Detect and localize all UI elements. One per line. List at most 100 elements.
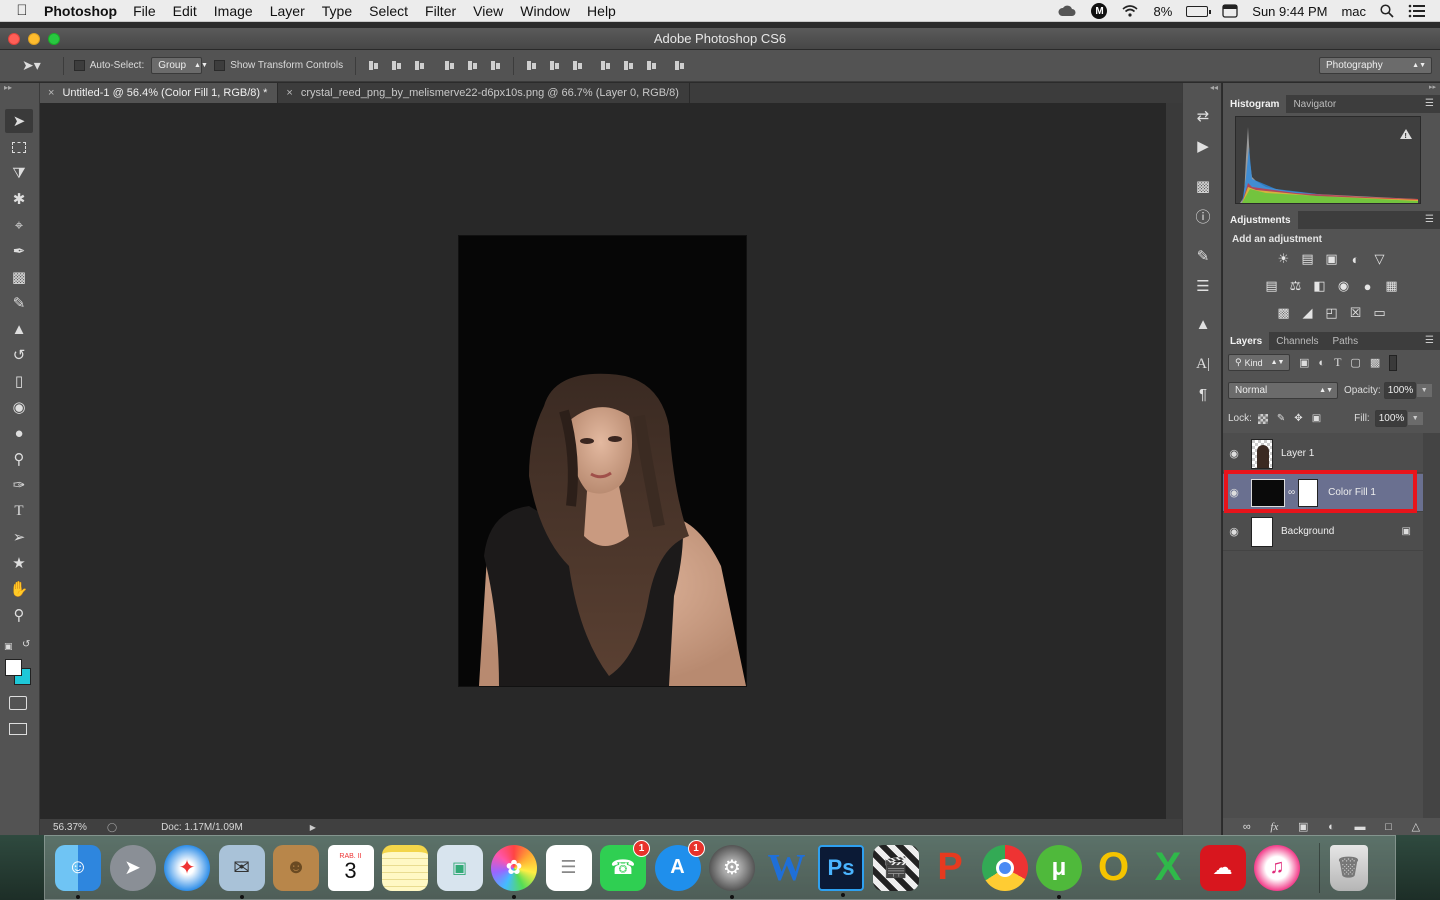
distribute-top-icon[interactable] xyxy=(525,59,538,72)
contacts-icon[interactable]: ☻ xyxy=(273,844,319,891)
layer-comps-icon[interactable]: ▩ xyxy=(1183,171,1223,201)
posterize-icon[interactable]: ◢ xyxy=(1299,304,1317,322)
selective-color-icon[interactable]: ☒ xyxy=(1347,304,1365,322)
align-bottom-icon[interactable] xyxy=(413,59,426,72)
tab-channels[interactable]: Channels xyxy=(1269,332,1325,350)
menu-filter[interactable]: Filter xyxy=(425,3,456,19)
screen-mode-icon[interactable] xyxy=(9,723,27,735)
delete-layer-icon[interactable]: △ xyxy=(1412,820,1420,833)
layer-name[interactable]: Layer 1 xyxy=(1281,448,1314,459)
m-app-icon[interactable]: M xyxy=(1091,3,1108,19)
menu-image[interactable]: Image xyxy=(214,3,253,19)
clock[interactable]: Sun 9:44 PM xyxy=(1252,4,1327,19)
new-layer-icon[interactable]: □ xyxy=(1385,821,1392,833)
move-tool-preset-icon[interactable]: ➤▾ xyxy=(22,57,41,74)
new-adjustment-layer-icon[interactable]: ◐ xyxy=(1328,821,1335,833)
outlook-icon[interactable]: O xyxy=(1091,845,1137,891)
workspace-dropdown[interactable]: Photography ▲▼ xyxy=(1319,57,1432,74)
paragraph-panel-icon[interactable]: ¶ xyxy=(1183,379,1223,409)
distribute-right-icon[interactable] xyxy=(645,59,658,72)
reminders-icon[interactable]: ☰ xyxy=(545,844,592,891)
filter-shape-icon[interactable]: ▢ xyxy=(1350,356,1360,369)
filter-smart-object-icon[interactable]: ▩ xyxy=(1370,356,1380,369)
levels-icon[interactable]: ▤ xyxy=(1299,250,1317,268)
lock-all-icon[interactable]: ▣ xyxy=(1312,413,1321,424)
user-name[interactable]: mac xyxy=(1341,4,1366,19)
default-colors-icon[interactable]: ▣ xyxy=(4,641,13,652)
system-preferences-icon[interactable]: ⚙ xyxy=(709,844,755,899)
layer-row-layer-1[interactable]: ◉ Layer 1 xyxy=(1223,435,1423,473)
apple-icon[interactable]:  xyxy=(0,2,44,19)
magic-wand-tool-icon[interactable]: ✱ xyxy=(5,187,33,211)
opacity-field[interactable]: 100% xyxy=(1383,382,1416,399)
marquee-tool-icon[interactable] xyxy=(5,135,33,159)
invert-icon[interactable]: ▩ xyxy=(1275,304,1293,322)
align-left-icon[interactable] xyxy=(443,59,456,72)
menu-view[interactable]: View xyxy=(473,3,503,19)
vertical-scrollbar[interactable] xyxy=(1166,103,1182,819)
microsoft-excel-icon[interactable]: X xyxy=(1145,845,1191,891)
menu-select[interactable]: Select xyxy=(369,3,408,19)
panel-menu-icon[interactable]: ☰ xyxy=(1425,335,1434,346)
menu-layer[interactable]: Layer xyxy=(270,3,305,19)
quick-mask-icon[interactable] xyxy=(9,696,27,710)
add-mask-icon[interactable]: ▣ xyxy=(1298,820,1308,833)
status-info-icon[interactable]: ◯ xyxy=(107,822,117,833)
document-canvas[interactable] xyxy=(459,236,746,686)
layer-style-fx-icon[interactable]: fx xyxy=(1270,821,1278,833)
notification-center-icon[interactable] xyxy=(1408,4,1426,18)
exposure-icon[interactable]: ◐ xyxy=(1347,250,1365,268)
launchpad-icon[interactable]: ➤ xyxy=(109,844,156,891)
distribute-left-icon[interactable] xyxy=(599,59,612,72)
lock-transparent-icon[interactable] xyxy=(1257,413,1268,424)
align-right-icon[interactable] xyxy=(489,59,502,72)
filter-pixel-icon[interactable]: ▣ xyxy=(1299,356,1309,369)
menu-window[interactable]: Window xyxy=(520,3,570,19)
info-panel-icon[interactable]: ⓘ xyxy=(1183,201,1223,231)
eyedropper-tool-icon[interactable]: ✒ xyxy=(5,239,33,263)
swap-colors-icon[interactable]: ↺ xyxy=(22,639,30,650)
type-tool-icon[interactable]: T xyxy=(5,499,33,523)
menu-app-name[interactable]: Photoshop xyxy=(44,3,117,19)
move-tool-icon[interactable]: ➤ xyxy=(5,109,33,133)
hand-tool-icon[interactable]: ✋ xyxy=(5,577,33,601)
brush-presets-icon[interactable]: ✎ xyxy=(1183,241,1223,271)
show-transform-checkbox[interactable] xyxy=(214,60,226,71)
spotlight-search-icon[interactable] xyxy=(1380,4,1394,18)
photoshop-icon[interactable]: Ps xyxy=(818,844,864,897)
brightness-contrast-icon[interactable]: ☀ xyxy=(1275,250,1293,268)
powerpoint-icon[interactable]: P xyxy=(927,845,973,891)
tab-paths[interactable]: Paths xyxy=(1326,332,1366,350)
minimize-window-button[interactable] xyxy=(28,33,40,45)
history-panel-icon[interactable]: ⇄ xyxy=(1183,101,1223,131)
finder-icon[interactable]: ☺ xyxy=(55,844,101,899)
blur-tool-icon[interactable]: ● xyxy=(5,421,33,445)
panel-expand-icon[interactable]: ▸▸ xyxy=(1223,83,1440,92)
distribute-bottom-icon[interactable] xyxy=(571,59,584,72)
auto-select-dropdown[interactable]: Group ▲▼ xyxy=(151,57,208,74)
properties-panel-icon[interactable]: ☰ xyxy=(1183,271,1223,301)
utorrent-icon[interactable]: μ xyxy=(1036,844,1082,899)
gradient-map-icon[interactable]: ▭ xyxy=(1371,304,1389,322)
actions-play-icon[interactable]: ▶ xyxy=(1183,131,1223,161)
panel-menu-icon[interactable]: ☰ xyxy=(1425,98,1434,109)
facetime-icon[interactable]: ☎ 1 xyxy=(600,839,650,891)
menu-edit[interactable]: Edit xyxy=(173,3,197,19)
menu-help[interactable]: Help xyxy=(587,3,616,19)
trash-icon[interactable]: 🗑 xyxy=(1329,844,1368,891)
fill-slider-arrow-icon[interactable]: ▼ xyxy=(1407,412,1423,425)
mail-icon[interactable]: ✉ xyxy=(218,844,265,899)
black-white-icon[interactable]: ◧ xyxy=(1311,277,1329,295)
status-menu-arrow-icon[interactable]: ▶ xyxy=(310,823,316,832)
auto-select-checkbox[interactable] xyxy=(73,60,85,71)
layer-row-background[interactable]: ◉ Background ▣ xyxy=(1223,513,1423,551)
opacity-slider-arrow-icon[interactable]: ▼ xyxy=(1416,384,1432,397)
close-tab-icon[interactable]: × xyxy=(48,87,54,99)
mask-link-icon[interactable]: ∞ xyxy=(1288,487,1295,498)
wifi-icon[interactable] xyxy=(1121,4,1139,18)
eraser-tool-icon[interactable]: ▯ xyxy=(5,369,33,393)
lock-position-icon[interactable]: ✥ xyxy=(1294,413,1302,424)
zoom-level[interactable]: 56.37% xyxy=(53,822,95,833)
itunes-icon[interactable]: ♫ xyxy=(1254,844,1300,891)
creative-cloud-icon[interactable] xyxy=(1057,4,1077,18)
